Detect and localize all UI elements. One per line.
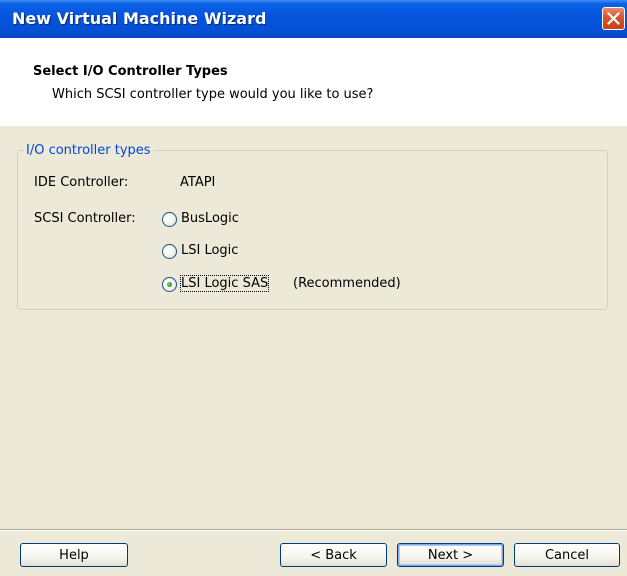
header-divider (0, 125, 627, 126)
next-button[interactable]: Next > (397, 543, 504, 567)
title-bar: New Virtual Machine Wizard (0, 0, 627, 38)
groupbox-legend: I/O controller types (24, 143, 153, 158)
close-icon (607, 12, 620, 25)
cancel-button[interactable]: Cancel (514, 543, 620, 567)
scsi-controller-label: SCSI Controller: (34, 211, 136, 226)
radio-lsi-logic-sas[interactable]: LSI Logic SAS (162, 275, 302, 296)
close-button[interactable] (602, 7, 625, 30)
back-button[interactable]: < Back (280, 543, 387, 567)
radio-lsi-logic[interactable]: LSI Logic (162, 243, 262, 263)
footer-divider (0, 529, 627, 531)
ide-controller-label: IDE Controller: (34, 175, 129, 190)
back-button-label: < Back (310, 547, 357, 563)
help-button-label: Help (59, 547, 89, 563)
radio-button[interactable] (162, 212, 177, 227)
page-title: Select I/O Controller Types (33, 64, 228, 79)
next-button-label: Next > (427, 547, 474, 563)
help-button[interactable]: Help (20, 543, 128, 567)
radio-selected-dot (167, 282, 172, 287)
radio-buslogic[interactable]: BusLogic (162, 211, 262, 231)
window-title: New Virtual Machine Wizard (12, 9, 267, 28)
ide-controller-value: ATAPI (180, 175, 216, 190)
radio-button-selected[interactable] (162, 277, 177, 292)
radio-button[interactable] (162, 244, 177, 259)
radio-label-lsi-logic-sas: LSI Logic SAS (179, 275, 270, 292)
recommended-note: (Recommended) (293, 276, 401, 291)
radio-label-lsi-logic: LSI Logic (181, 243, 239, 258)
page-subtitle: Which SCSI controller type would you lik… (52, 87, 374, 102)
radio-label-buslogic: BusLogic (181, 211, 239, 226)
cancel-button-label: Cancel (544, 547, 590, 563)
wizard-header: Select I/O Controller Types Which SCSI c… (0, 38, 627, 126)
